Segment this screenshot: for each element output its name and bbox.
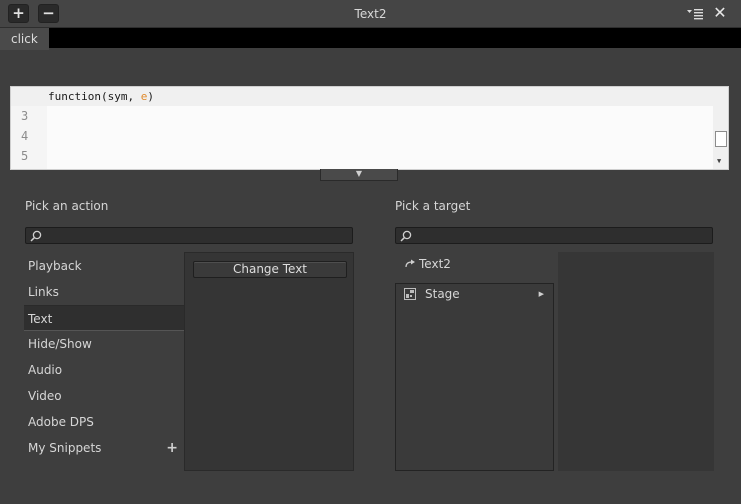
code-editor[interactable]: function(sym, e) 3 4 5 ▼ <box>10 86 729 170</box>
action-commands-panel: Change Text <box>184 252 354 471</box>
tab-click-event[interactable]: click <box>0 28 49 50</box>
action-category-audio[interactable]: Audio <box>24 357 184 383</box>
close-icon[interactable]: ✕ <box>712 5 728 21</box>
scrollbar-thumb[interactable] <box>715 131 727 147</box>
target-root-text2[interactable]: Text2 <box>397 255 451 273</box>
trigger-editor-window: + − Text2 ✕ click function(sym, e) 3 4 5… <box>0 0 741 504</box>
change-text-button[interactable]: Change Text <box>193 261 347 278</box>
target-tree-panel: Stage ▶ <box>395 283 554 471</box>
scroll-down-icon[interactable]: ▼ <box>717 157 721 165</box>
action-category-links[interactable]: Links <box>24 279 184 305</box>
line-number: 3 <box>21 109 29 123</box>
editor-scrollbar[interactable]: ▼ <box>713 106 728 169</box>
chevron-down-icon: ▼ <box>355 169 363 178</box>
action-search-input[interactable] <box>25 227 353 244</box>
action-category-hide-show[interactable]: Hide/Show <box>24 331 184 357</box>
line-gutter: 3 4 5 <box>11 106 47 169</box>
function-signature: function(sym, e) <box>48 90 154 103</box>
target-item-stage[interactable]: Stage ▶ <box>396 284 553 304</box>
search-icon <box>400 230 412 242</box>
line-number: 4 <box>21 129 29 143</box>
arrow-icon <box>405 259 415 268</box>
collapse-editor-button[interactable]: ▼ <box>320 169 398 181</box>
stage-icon <box>404 288 416 300</box>
event-tab-strip <box>49 28 741 48</box>
title-bar: + − Text2 ✕ <box>0 0 741 28</box>
panel-menu-icon[interactable] <box>686 8 704 20</box>
target-children-panel <box>558 252 714 471</box>
action-category-list: Playback Links Text Hide/Show Audio Vide… <box>24 253 184 461</box>
action-category-adobe-dps[interactable]: Adobe DPS <box>24 409 184 435</box>
pick-action-heading: Pick an action <box>25 199 109 213</box>
chevron-right-icon[interactable]: ▶ <box>539 284 544 304</box>
search-icon <box>30 230 42 242</box>
target-search-input[interactable] <box>395 227 713 244</box>
action-category-my-snippets[interactable]: My Snippets + <box>24 435 184 461</box>
code-input-area[interactable] <box>47 106 713 169</box>
window-title: Text2 <box>354 7 387 21</box>
event-tab-bar: click <box>0 28 741 50</box>
action-category-video[interactable]: Video <box>24 383 184 409</box>
action-category-text[interactable]: Text <box>24 305 184 331</box>
line-number: 5 <box>21 149 29 163</box>
action-category-playback[interactable]: Playback <box>24 253 184 279</box>
pick-target-heading: Pick a target <box>395 199 471 213</box>
function-signature-row: function(sym, e) <box>11 87 728 106</box>
add-snippet-icon[interactable]: + <box>166 435 178 461</box>
